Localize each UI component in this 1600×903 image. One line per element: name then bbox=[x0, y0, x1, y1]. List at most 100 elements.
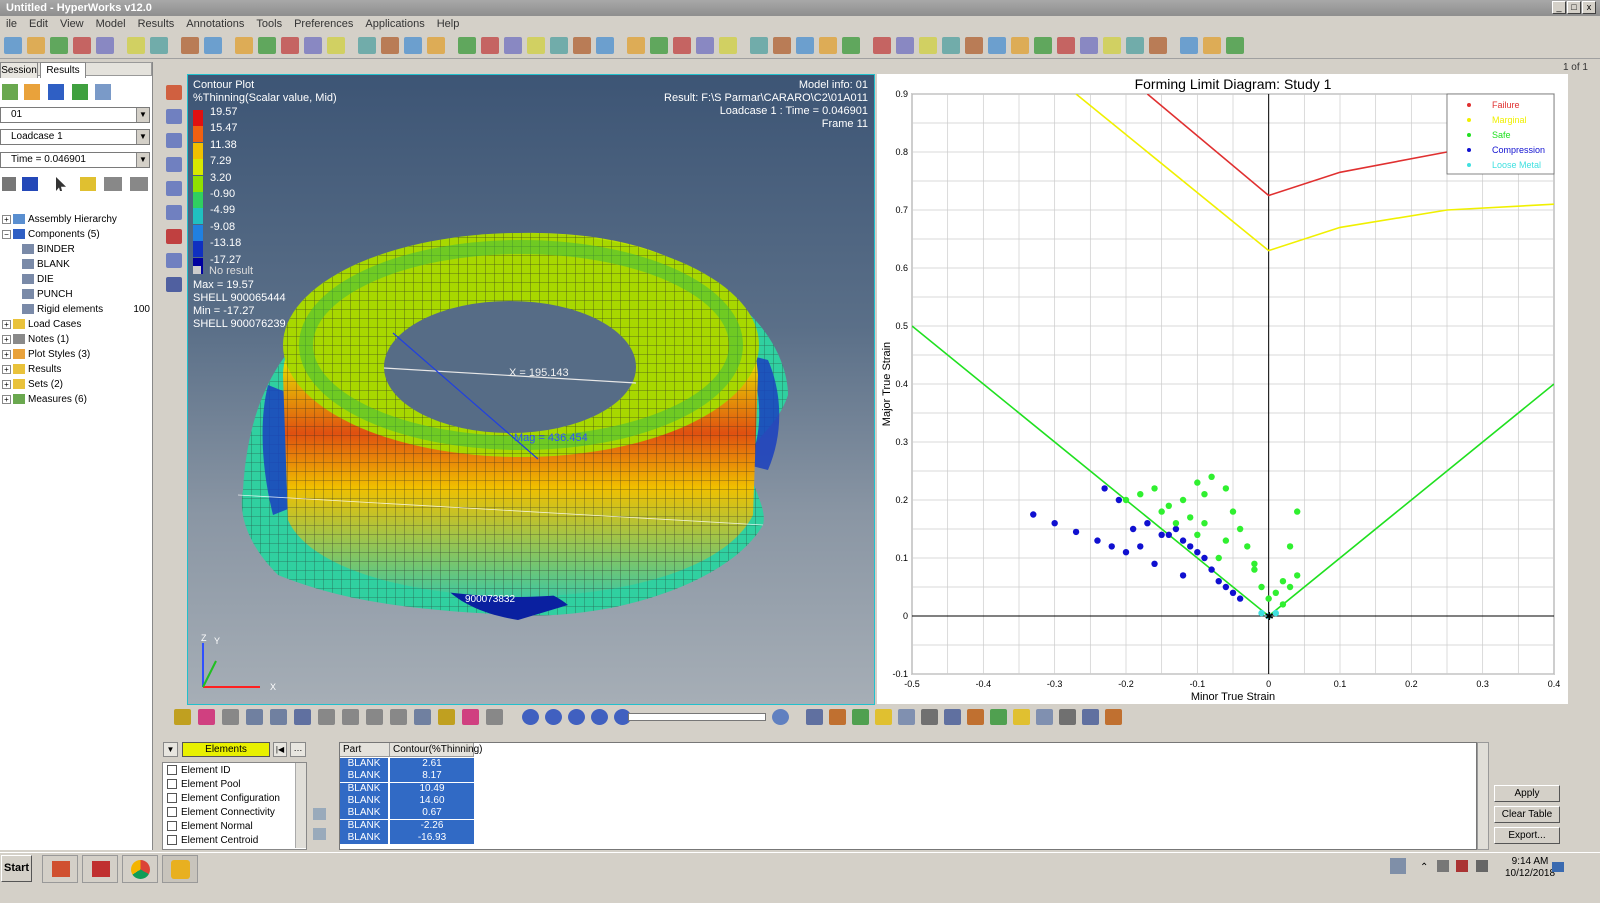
table-cell-contour[interactable]: 10.49 bbox=[390, 782, 474, 795]
toolbar-icon[interactable] bbox=[204, 37, 222, 54]
toolbar-icon[interactable] bbox=[875, 709, 892, 725]
toolbar-icon[interactable] bbox=[281, 37, 299, 54]
table-cell-contour[interactable]: -2.26 bbox=[390, 819, 474, 832]
more-options-button[interactable]: … bbox=[290, 742, 306, 757]
toolbar-icon[interactable] bbox=[1036, 709, 1053, 725]
entity-select[interactable]: Elements bbox=[182, 742, 270, 757]
menu-annotations[interactable]: Annotations bbox=[186, 18, 244, 30]
toolbar-icon[interactable] bbox=[842, 37, 860, 54]
toolbar-icon[interactable] bbox=[719, 37, 737, 54]
toolbar-icon[interactable] bbox=[944, 709, 961, 725]
toolbar-icon[interactable] bbox=[573, 37, 591, 54]
toolbar-icon[interactable] bbox=[381, 37, 399, 54]
checklist-scrollbar[interactable] bbox=[295, 763, 306, 848]
toolbar-icon[interactable] bbox=[550, 37, 568, 54]
toolbar-icon[interactable] bbox=[1126, 37, 1144, 54]
toolbar-icon[interactable] bbox=[366, 709, 383, 725]
toolbar-icon[interactable] bbox=[1180, 37, 1198, 54]
toolbar-icon[interactable] bbox=[1011, 37, 1029, 54]
expand-icon[interactable]: + bbox=[2, 394, 11, 404]
toolbar-icon[interactable] bbox=[222, 709, 239, 725]
toolbar-icon[interactable] bbox=[150, 37, 168, 54]
table-config-icon[interactable] bbox=[313, 808, 326, 820]
chevron-down-icon[interactable]: ▼ bbox=[136, 153, 149, 167]
field-checkbox[interactable]: Element Pool bbox=[167, 778, 240, 792]
expand-icon[interactable]: + bbox=[2, 334, 11, 344]
toolbar-icon[interactable] bbox=[796, 37, 814, 54]
expand-icon[interactable]: + bbox=[2, 379, 11, 389]
export-button[interactable]: Export... bbox=[1494, 827, 1560, 844]
toolbar-icon[interactable] bbox=[198, 709, 215, 725]
table-cell-part[interactable]: BLANK bbox=[340, 770, 389, 783]
menu-results[interactable]: Results bbox=[138, 18, 175, 30]
field-checkbox[interactable]: Element Centroid bbox=[167, 834, 258, 848]
toolbar-icon[interactable] bbox=[1103, 37, 1121, 54]
tree-item[interactable]: + Results bbox=[2, 362, 152, 377]
toolbar-icon[interactable] bbox=[990, 709, 1007, 725]
toolbar-icon[interactable] bbox=[27, 37, 45, 54]
field-checkbox[interactable]: Element ID bbox=[167, 764, 230, 778]
view-tool-icon[interactable] bbox=[166, 229, 182, 244]
view-tool-icon[interactable] bbox=[166, 85, 182, 100]
graphics-viewport[interactable]: Contour Plot %Thinning(Scalar value, Mid… bbox=[187, 74, 875, 705]
toolbar-icon[interactable] bbox=[627, 37, 645, 54]
toolbar-icon[interactable] bbox=[294, 709, 311, 725]
toolbar-icon[interactable] bbox=[342, 709, 359, 725]
field-checkbox[interactable]: Element Configuration bbox=[167, 792, 280, 806]
toolbar-icon[interactable] bbox=[1034, 37, 1052, 54]
chevron-down-icon[interactable]: ▼ bbox=[136, 108, 149, 122]
toolbar-icon[interactable] bbox=[921, 709, 938, 725]
toolbar-icon[interactable] bbox=[1057, 37, 1075, 54]
frame-slider[interactable] bbox=[628, 713, 766, 721]
checkbox-box[interactable] bbox=[167, 765, 177, 776]
toolbar-icon[interactable] bbox=[852, 709, 869, 725]
toolbar-icon[interactable] bbox=[4, 37, 22, 54]
toolbar-icon[interactable] bbox=[174, 709, 191, 725]
toolbar-icon[interactable] bbox=[181, 37, 199, 54]
toolbar-icon[interactable] bbox=[358, 37, 376, 54]
next-frame-icon[interactable] bbox=[591, 709, 608, 725]
taskbar-app-1[interactable] bbox=[42, 855, 78, 883]
toolbar-icon[interactable] bbox=[988, 37, 1006, 54]
table-cell-part[interactable]: BLANK bbox=[340, 807, 389, 820]
toolbar-icon[interactable] bbox=[458, 37, 476, 54]
toolbar-icon[interactable] bbox=[596, 37, 614, 54]
toolbar-icon[interactable] bbox=[96, 37, 114, 54]
toolbar-icon[interactable] bbox=[806, 709, 823, 725]
contour-legend[interactable]: 19.57 15.47 11.38 7.29 3.20 -0.90 -4.99 -9.08 -1… bbox=[188, 106, 288, 286]
toolbar-icon[interactable] bbox=[1080, 37, 1098, 54]
toolbar-icon[interactable] bbox=[898, 709, 915, 725]
table-cell-part[interactable]: BLANK bbox=[340, 782, 389, 795]
table-cell-part[interactable]: BLANK bbox=[340, 819, 389, 832]
first-frame-icon[interactable] bbox=[522, 709, 539, 725]
toolbar-icon[interactable] bbox=[327, 37, 345, 54]
cursor-icon[interactable] bbox=[56, 177, 66, 191]
tree-item[interactable]: BINDER bbox=[22, 242, 150, 257]
toolbar-icon[interactable] bbox=[318, 709, 335, 725]
toolbar-icon[interactable] bbox=[1105, 709, 1122, 725]
clear-table-button[interactable]: Clear Table bbox=[1494, 806, 1560, 823]
view-tool-icon[interactable] bbox=[166, 277, 182, 292]
table-cell-part[interactable]: BLANK bbox=[340, 831, 389, 844]
tree-item[interactable]: + Measures (6) bbox=[2, 392, 152, 407]
field-checkbox[interactable]: Element Connectivity bbox=[167, 806, 275, 820]
toolbar-icon[interactable] bbox=[504, 37, 522, 54]
tray-notepad-icon[interactable] bbox=[1390, 858, 1406, 874]
chevron-down-icon[interactable]: ▼ bbox=[136, 130, 149, 144]
entity-type-dropdown[interactable]: ▼ bbox=[163, 742, 178, 757]
results-icon[interactable] bbox=[2, 84, 18, 100]
menu-view[interactable]: View bbox=[60, 18, 84, 30]
table-cell-contour[interactable]: 2.61 bbox=[390, 758, 474, 770]
table-cell-part[interactable]: BLANK bbox=[340, 794, 389, 807]
toolbar-icon[interactable] bbox=[304, 37, 322, 54]
tree-item[interactable]: + Load Cases bbox=[2, 317, 152, 332]
tree-item[interactable]: Rigid elements 100 bbox=[22, 302, 150, 317]
menu-file[interactable]: ile bbox=[6, 18, 17, 30]
collapse-icon[interactable]: − bbox=[2, 229, 11, 239]
taskbar-app-2[interactable] bbox=[82, 855, 118, 883]
toolbar-icon[interactable] bbox=[235, 37, 253, 54]
view-tool-icon[interactable] bbox=[166, 157, 182, 172]
expand-icon[interactable]: + bbox=[2, 364, 11, 374]
show-desktop-icon[interactable] bbox=[1552, 862, 1564, 872]
taskbar-chrome[interactable] bbox=[122, 855, 158, 883]
